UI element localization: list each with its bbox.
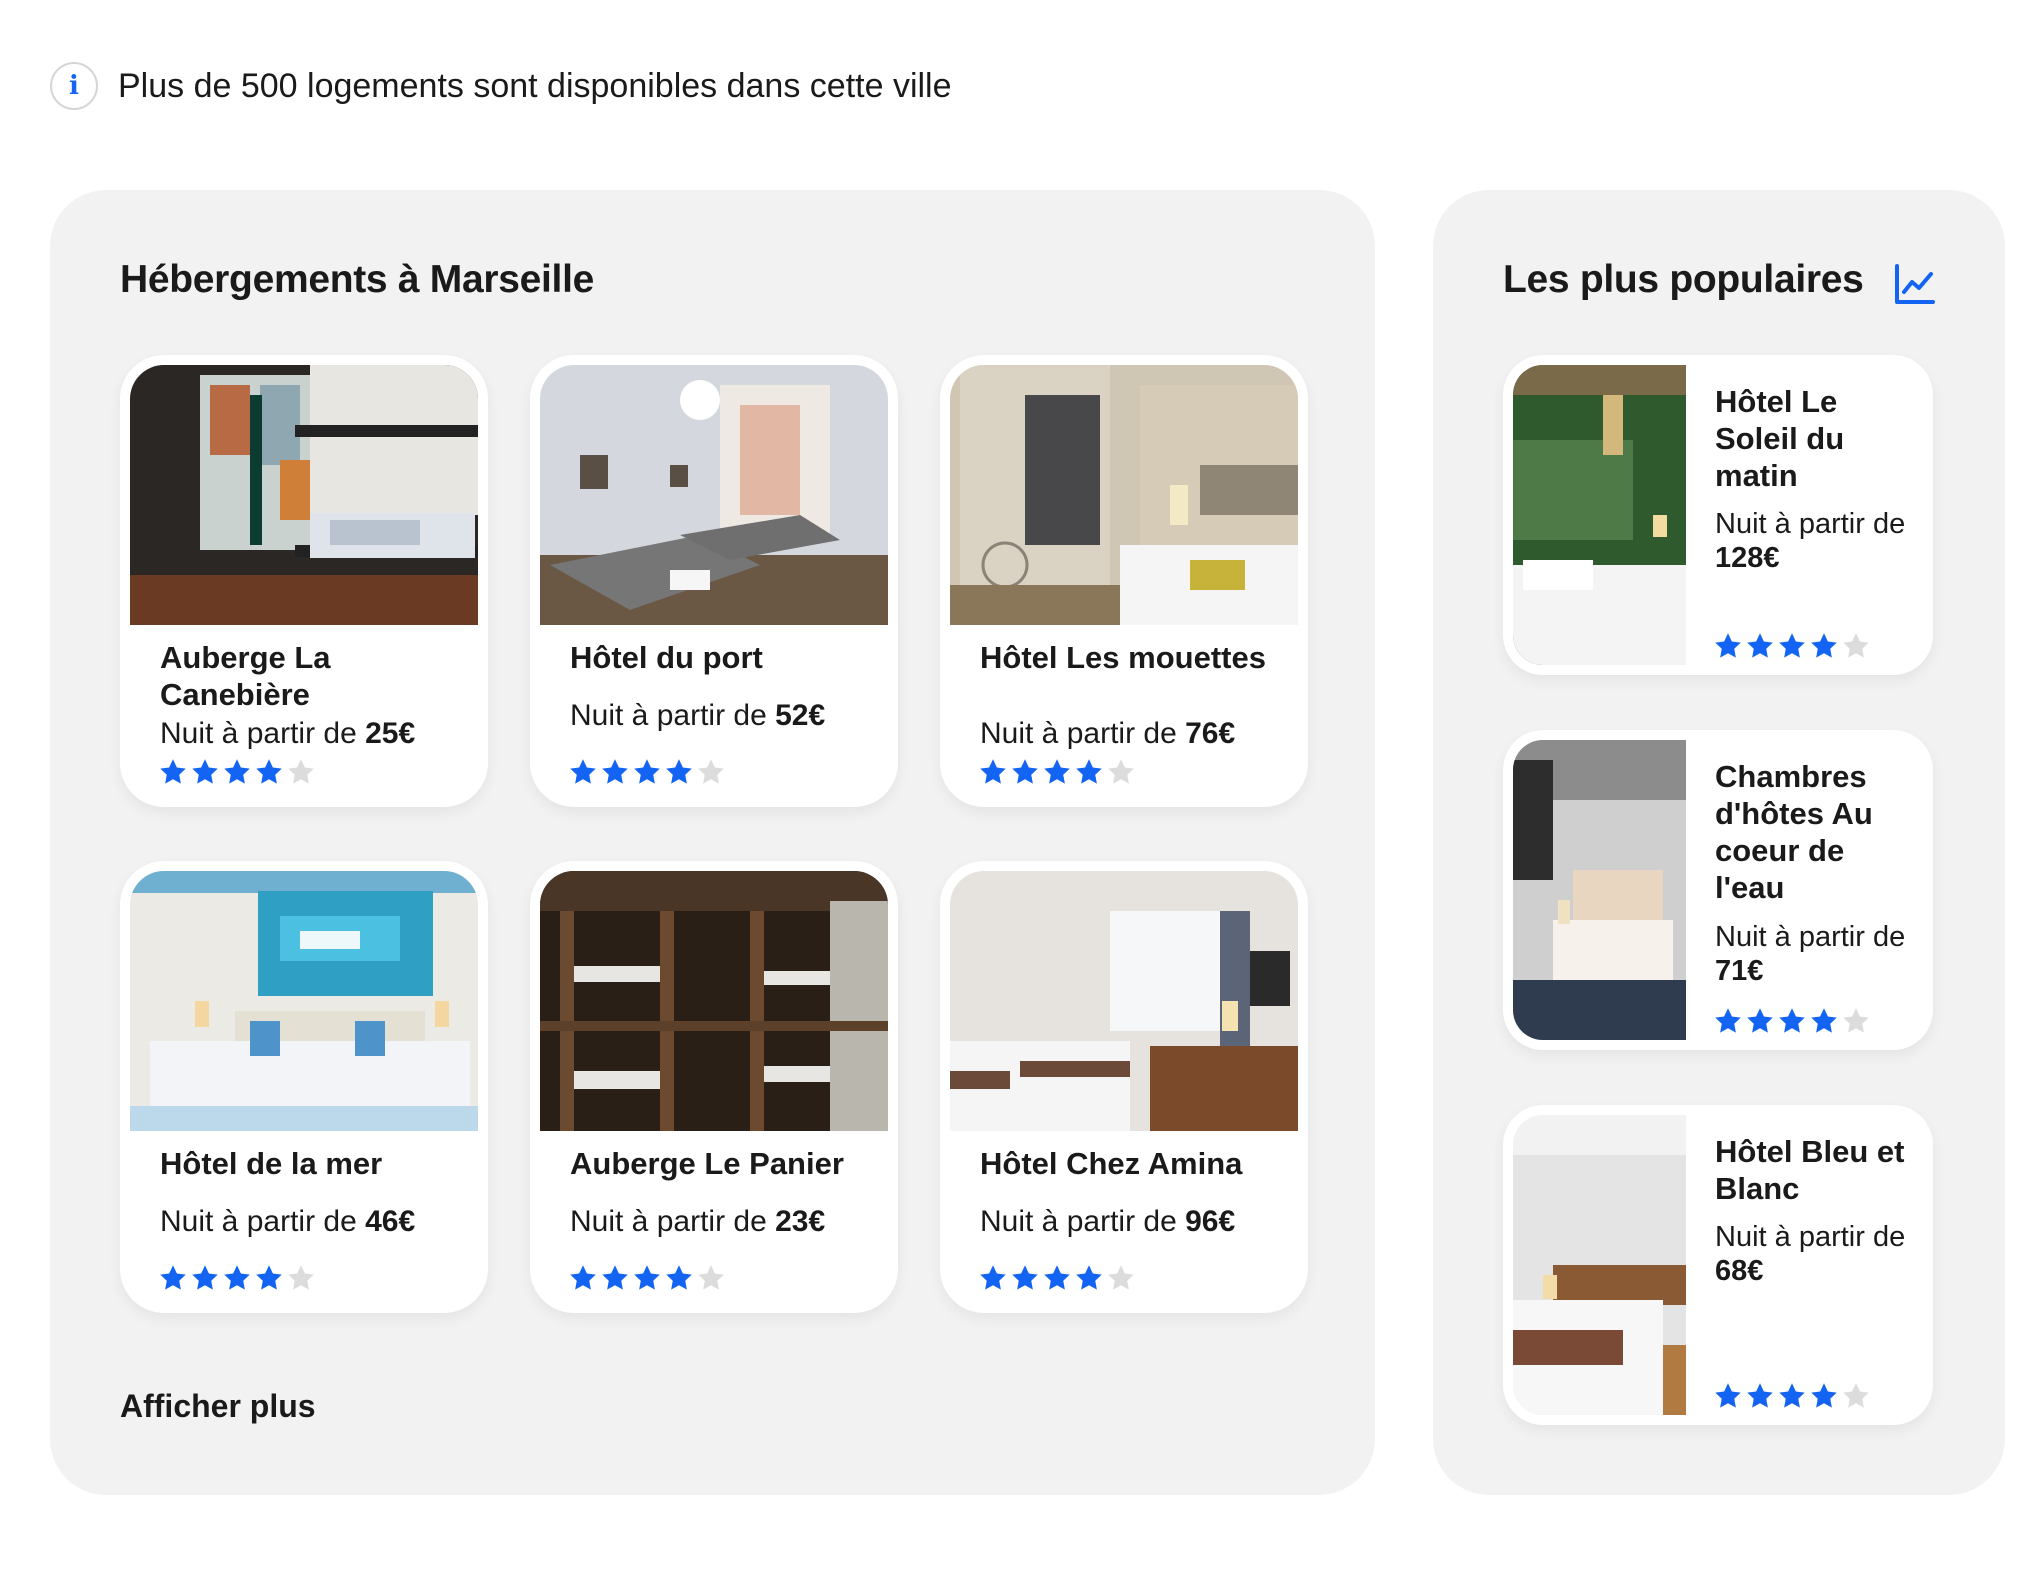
star-filled-icon xyxy=(1809,1381,1839,1411)
info-text: Plus de 500 logements sont disponibles d… xyxy=(118,66,952,105)
hotel-price: Nuit à partir de 96€ xyxy=(980,1205,1236,1238)
popular-hotel-card[interactable]: Chambres d'hôtes Au coeur de l'eau Nuit … xyxy=(1503,730,1933,1050)
star-filled-icon xyxy=(1745,1381,1775,1411)
rating-stars xyxy=(158,1263,316,1293)
rating-stars xyxy=(978,1263,1136,1293)
hotel-card[interactable]: Hôtel Les mouettes Nuit à partir de 76€ xyxy=(940,355,1308,807)
star-filled-icon xyxy=(158,1263,188,1293)
star-filled-icon xyxy=(190,757,220,787)
star-empty-icon xyxy=(696,1263,726,1293)
hotel-price: Nuit à partir de 23€ xyxy=(570,1205,826,1238)
star-filled-icon xyxy=(1074,757,1104,787)
hotel-photo xyxy=(540,871,888,1131)
hotel-photo xyxy=(130,871,478,1131)
star-filled-icon xyxy=(190,1263,220,1293)
star-filled-icon xyxy=(1713,1006,1743,1036)
hotel-photo xyxy=(1513,365,1686,665)
star-filled-icon xyxy=(254,1263,284,1293)
hotel-price: Nuit à partir de 76€ xyxy=(980,717,1236,750)
rating-stars xyxy=(1713,631,1871,661)
hotel-name: Auberge Le Panier xyxy=(570,1146,844,1181)
rating-stars xyxy=(1713,1381,1871,1411)
star-filled-icon xyxy=(568,1263,598,1293)
hotel-card[interactable]: Auberge La Canebière Nuit à partir de 25… xyxy=(120,355,488,807)
hotel-price: Nuit à partir de 68€ xyxy=(1715,1221,1906,1287)
hotel-name: Hôtel Le Soleil du matin xyxy=(1715,384,1845,493)
hotel-name: Hôtel du port xyxy=(570,640,763,675)
popular-title: Les plus populaires xyxy=(1503,258,1864,301)
star-filled-icon xyxy=(632,1263,662,1293)
info-banner: i Plus de 500 logements sont disponibles… xyxy=(50,62,952,110)
star-filled-icon xyxy=(1745,631,1775,661)
star-empty-icon xyxy=(1106,1263,1136,1293)
star-empty-icon xyxy=(286,1263,316,1293)
popular-hotel-card[interactable]: Hôtel Bleu et Blanc Nuit à partir de 68€ xyxy=(1503,1105,1933,1425)
star-filled-icon xyxy=(664,1263,694,1293)
hotel-photo xyxy=(540,365,888,625)
star-empty-icon xyxy=(286,757,316,787)
hotel-photo xyxy=(950,871,1298,1131)
popular-panel: Les plus populaires Hôtel Le Soleil du m… xyxy=(1433,190,2005,1495)
star-filled-icon xyxy=(1042,757,1072,787)
star-filled-icon xyxy=(222,1263,252,1293)
hotel-name: Chambres d'hôtes Au coeur de l'eau xyxy=(1715,759,1873,905)
hotel-photo xyxy=(950,365,1298,625)
star-filled-icon xyxy=(1074,1263,1104,1293)
hotel-price: Nuit à partir de 25€ xyxy=(160,717,416,750)
star-filled-icon xyxy=(158,757,188,787)
accommodations-panel: Hébergements à Marseille Auberge La Cane… xyxy=(50,190,1375,1495)
star-filled-icon xyxy=(600,757,630,787)
hotel-name: Auberge La Canebière xyxy=(160,640,331,712)
hotel-photo xyxy=(130,365,478,625)
star-filled-icon xyxy=(664,757,694,787)
star-filled-icon xyxy=(1809,631,1839,661)
star-filled-icon xyxy=(632,757,662,787)
star-filled-icon xyxy=(1010,1263,1040,1293)
star-filled-icon xyxy=(1809,1006,1839,1036)
star-filled-icon xyxy=(978,757,1008,787)
show-more-link[interactable]: Afficher plus xyxy=(120,1388,316,1425)
hotel-name: Hôtel Bleu et Blanc xyxy=(1715,1134,1905,1206)
hotel-price: Nuit à partir de 52€ xyxy=(570,699,826,732)
star-filled-icon xyxy=(600,1263,630,1293)
hotel-price: Nuit à partir de 71€ xyxy=(1715,921,1906,987)
hotel-card[interactable]: Auberge Le Panier Nuit à partir de 23€ xyxy=(530,861,898,1313)
star-empty-icon xyxy=(1841,1006,1871,1036)
star-filled-icon xyxy=(254,757,284,787)
rating-stars xyxy=(568,757,726,787)
star-empty-icon xyxy=(696,757,726,787)
star-filled-icon xyxy=(1777,1006,1807,1036)
hotel-photo xyxy=(1513,740,1686,1040)
hotel-name: Hôtel Les mouettes xyxy=(980,640,1266,675)
rating-stars xyxy=(1713,1006,1871,1036)
star-filled-icon xyxy=(1010,757,1040,787)
star-filled-icon xyxy=(1777,1381,1807,1411)
star-filled-icon xyxy=(1042,1263,1072,1293)
hotel-card[interactable]: Hôtel du port Nuit à partir de 52€ xyxy=(530,355,898,807)
hotel-card[interactable]: Hôtel de la mer Nuit à partir de 46€ xyxy=(120,861,488,1313)
star-empty-icon xyxy=(1106,757,1136,787)
star-filled-icon xyxy=(1713,1381,1743,1411)
star-filled-icon xyxy=(1745,1006,1775,1036)
rating-stars xyxy=(568,1263,726,1293)
star-empty-icon xyxy=(1841,1381,1871,1411)
star-filled-icon xyxy=(1713,631,1743,661)
accommodations-title: Hébergements à Marseille xyxy=(120,258,595,301)
hotel-card[interactable]: Hôtel Chez Amina Nuit à partir de 96€ xyxy=(940,861,1308,1313)
star-filled-icon xyxy=(568,757,598,787)
hotel-price: Nuit à partir de 46€ xyxy=(160,1205,416,1238)
rating-stars xyxy=(158,757,316,787)
hotel-name: Hôtel de la mer xyxy=(160,1146,383,1181)
rating-stars xyxy=(978,757,1136,787)
hotel-name: Hôtel Chez Amina xyxy=(980,1146,1243,1181)
hotel-photo xyxy=(1513,1115,1686,1415)
star-empty-icon xyxy=(1841,631,1871,661)
hotel-price: Nuit à partir de 128€ xyxy=(1715,508,1906,574)
star-filled-icon xyxy=(978,1263,1008,1293)
star-filled-icon xyxy=(1777,631,1807,661)
info-icon: i xyxy=(50,62,98,110)
trending-chart-icon xyxy=(1895,264,1935,304)
star-filled-icon xyxy=(222,757,252,787)
popular-hotel-card[interactable]: Hôtel Le Soleil du matin Nuit à partir d… xyxy=(1503,355,1933,675)
